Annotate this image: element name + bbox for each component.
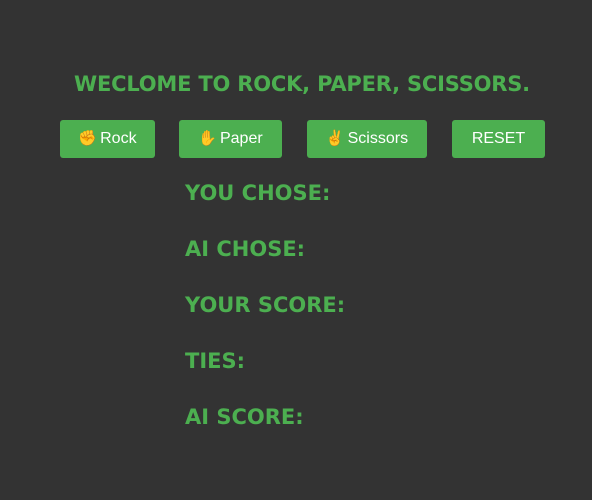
scissors-hand-icon: ✌: [325, 130, 345, 147]
reset-button[interactable]: RESET: [452, 120, 545, 158]
hand-icon: ✋: [198, 130, 217, 147]
page-title: WECLOME TO ROCK, PAPER, SCISSORS.: [74, 72, 530, 96]
paper-button[interactable]: ✋ Paper: [179, 120, 282, 158]
rock-button[interactable]: ✊ Rock: [60, 120, 155, 158]
scissors-button-label: Scissors: [347, 130, 409, 147]
fist-icon: ✊: [78, 130, 98, 147]
you-chose-label: YOU CHOSE:: [185, 181, 331, 205]
rock-button-label: Rock: [100, 130, 137, 147]
paper-button-label: Paper: [219, 130, 263, 147]
ties-label: TIES:: [185, 349, 246, 373]
ai-score-label: AI SCORE:: [185, 405, 304, 429]
ai-chose-label: AI CHOSE:: [185, 237, 306, 261]
your-score-label: YOUR SCORE:: [185, 293, 346, 317]
scissors-button[interactable]: ✌ Scissors: [307, 120, 427, 158]
